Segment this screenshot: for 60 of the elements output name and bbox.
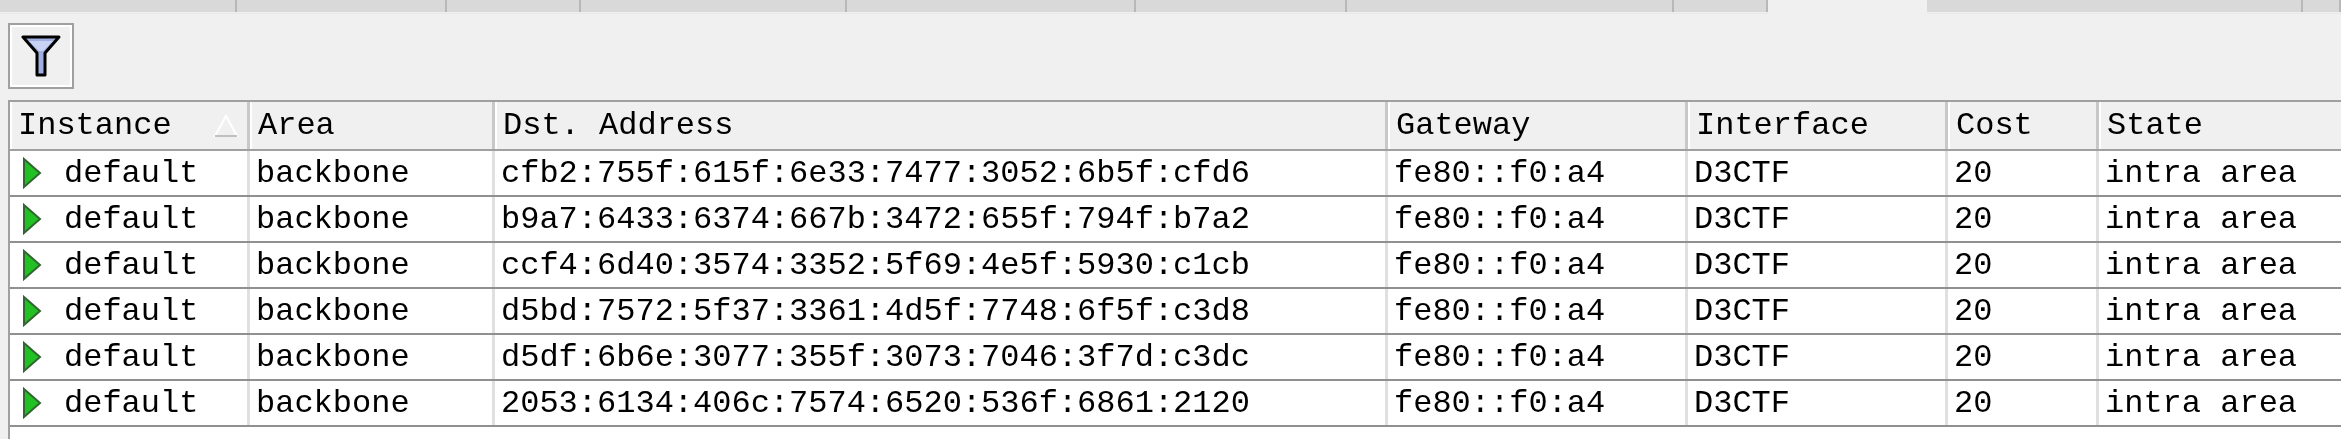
table-cell: 20 [1954,154,1993,192]
table-cell: default [64,384,199,422]
table-cell: d5df:6b6e:3077:355f:3073:7046:3f7d:c3dc [501,338,1250,376]
tab[interactable] [581,0,847,12]
table-cell: intra area [2105,384,2298,422]
table-cell: cfb2:755f:615f:6e33:7477:3052:6b5f:cfd6 [501,154,1250,192]
table-cell: fe80::f0:a4 [1394,292,1606,330]
table-cell: default [64,200,199,238]
tab[interactable] [1136,0,1347,12]
table-cell: intra area [2105,200,2298,238]
tab[interactable] [2303,0,2341,12]
table-cell: 20 [1954,246,1993,284]
table-cell: default [64,154,199,192]
table-cell: default [64,292,199,330]
table-cell: backbone [256,292,410,330]
table-cell: backbone [256,200,410,238]
table-cell: fe80::f0:a4 [1394,154,1606,192]
table-cell: intra area [2105,338,2298,376]
table-cell: d5bd:7572:5f37:3361:4d5f:7748:6f5f:c3d8 [501,292,1250,330]
table-cell: backbone [256,384,410,422]
table-cell: D3CTF [1694,292,1790,330]
play-icon [22,157,42,189]
table-cell: fe80::f0:a4 [1394,384,1606,422]
table-cell: b9a7:6433:6374:667b:3472:655f:794f:b7a2 [501,200,1250,238]
table-cell: default [64,338,199,376]
table-cell: intra area [2105,154,2298,192]
play-icon [22,341,42,373]
table-cell: 20 [1954,338,1993,376]
tab[interactable] [847,0,1136,12]
table-cell: D3CTF [1694,338,1790,376]
tab[interactable] [1674,0,1768,12]
table-cell: backbone [256,154,410,192]
table-cell: default [64,246,199,284]
filter-button[interactable] [8,23,74,89]
tab[interactable] [237,0,447,12]
table-cell: fe80::f0:a4 [1394,338,1606,376]
tab[interactable] [1347,0,1674,12]
table-cell: D3CTF [1694,384,1790,422]
tab[interactable] [447,0,581,12]
table-cell: intra area [2105,246,2298,284]
play-icon [22,249,42,281]
table-cell: D3CTF [1694,154,1790,192]
table-cell: 20 [1954,200,1993,238]
table-cell: fe80::f0:a4 [1394,200,1606,238]
play-icon [22,295,42,327]
table-cell: D3CTF [1694,200,1790,238]
play-icon [22,387,42,419]
table-cell: 2053:6134:406c:7574:6520:536f:6861:2120 [501,384,1250,422]
table-cell: ccf4:6d40:3574:3352:5f69:4e5f:5930:c1cb [501,246,1250,284]
table-cell: D3CTF [1694,246,1790,284]
table-cell: backbone [256,338,410,376]
table-cell: backbone [256,246,410,284]
table-cell: fe80::f0:a4 [1394,246,1606,284]
table-cell: 20 [1954,384,1993,422]
tab[interactable] [0,0,237,12]
funnel-icon [21,33,61,79]
table-cell: 20 [1954,292,1993,330]
table-cell: intra area [2105,292,2298,330]
play-icon [22,203,42,235]
tab[interactable] [1927,0,2303,12]
